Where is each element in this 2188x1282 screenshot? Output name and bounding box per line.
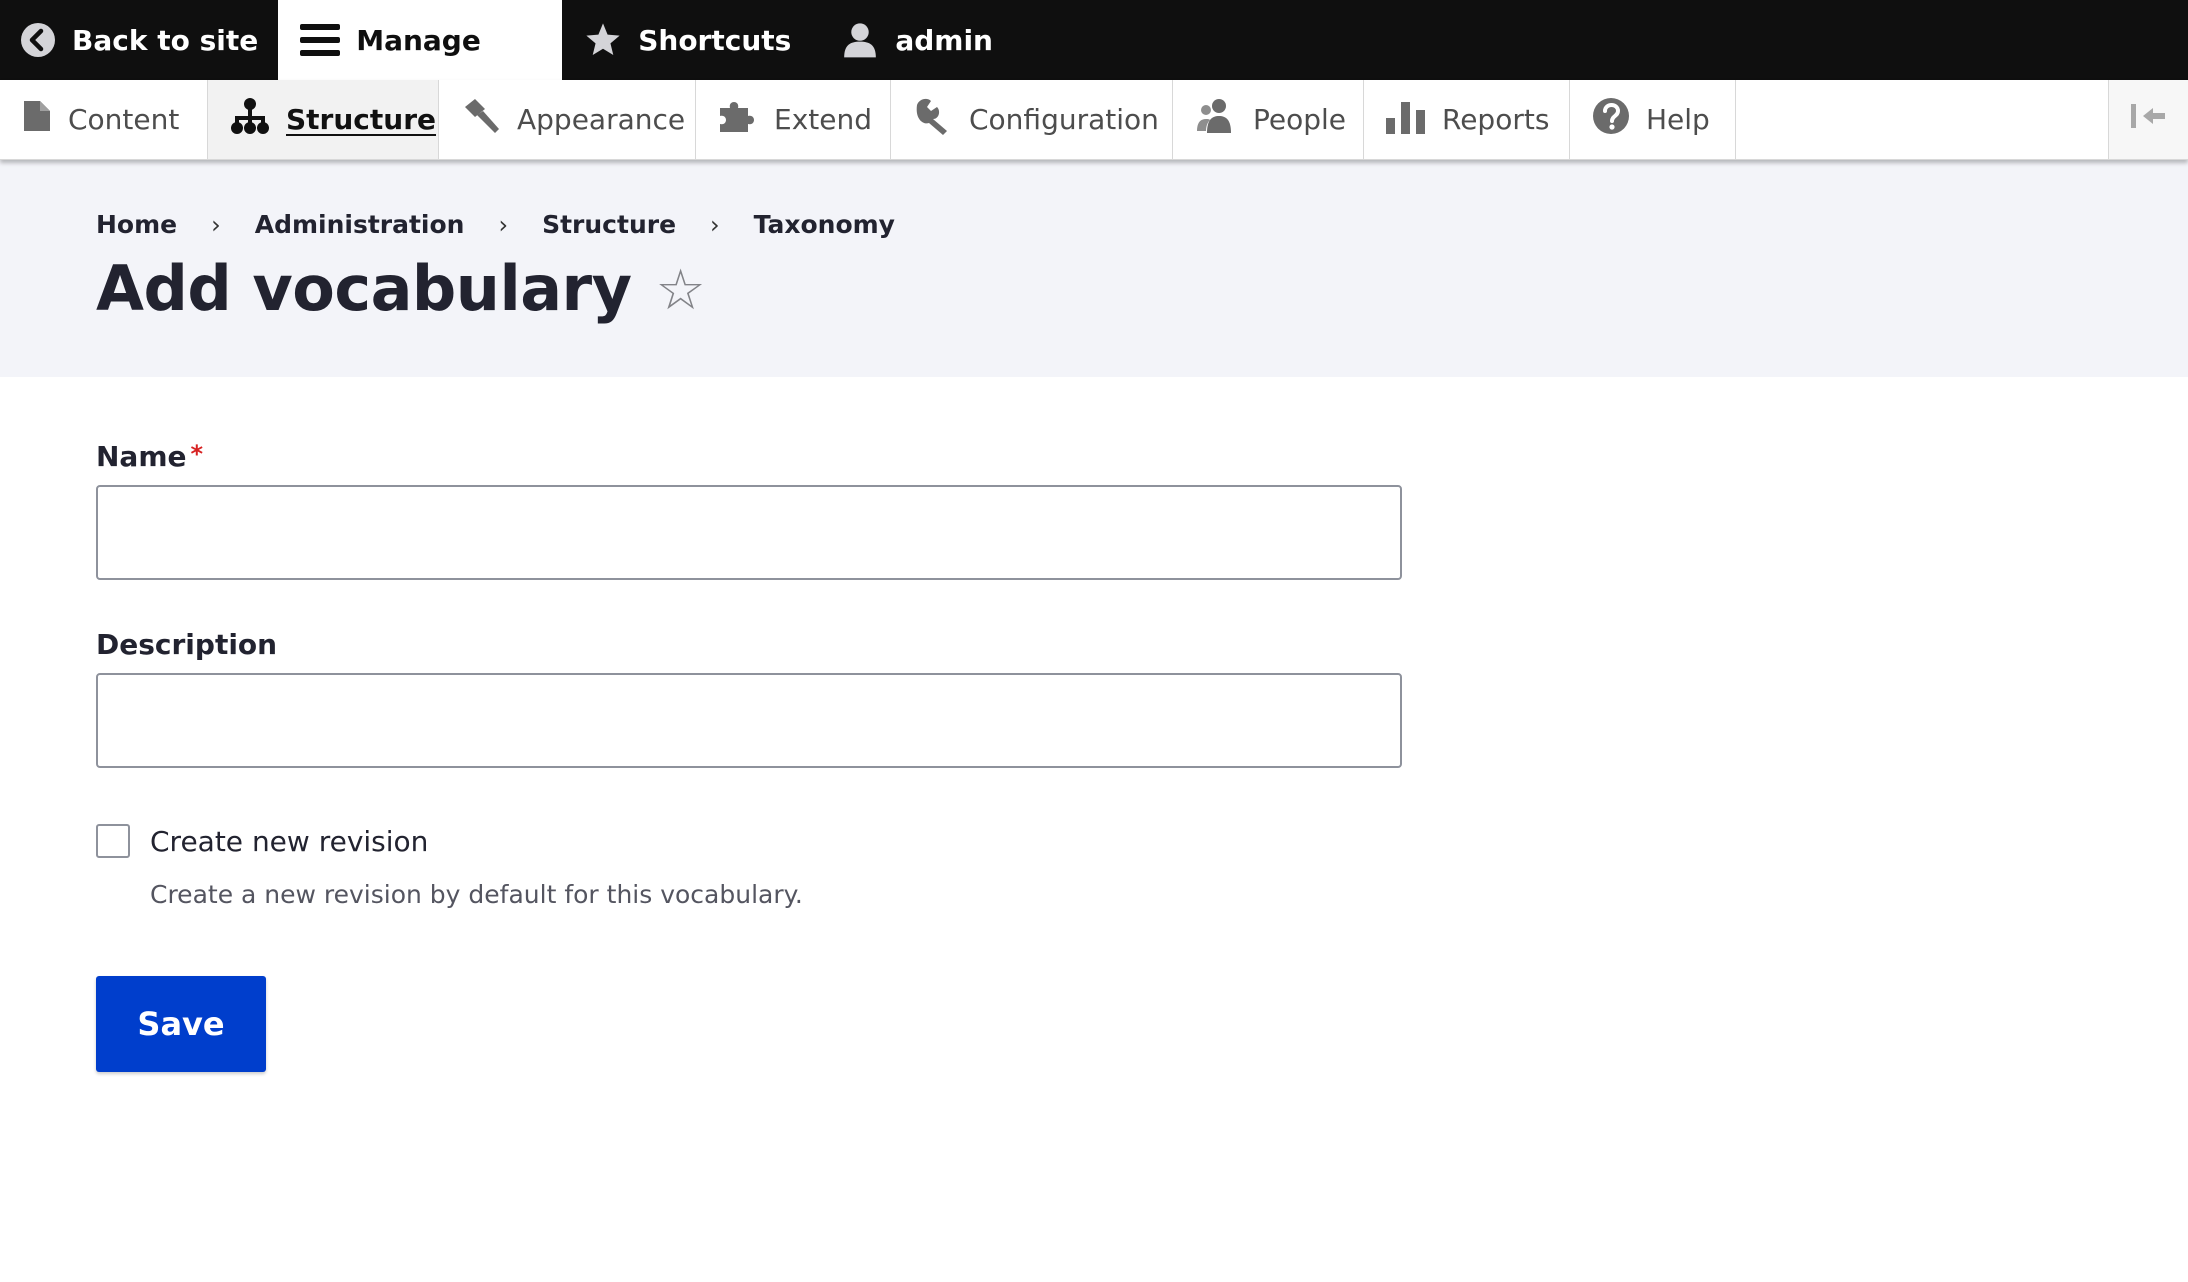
admin-menu-tray: Content Structure Appearance Extend Conf… (0, 80, 2188, 160)
people-icon (1195, 97, 1237, 142)
user-icon (841, 21, 879, 59)
create-revision-label[interactable]: Create new revision (150, 825, 428, 858)
name-field-group: Name * (96, 440, 1402, 580)
page-title-row: Add vocabulary ☆ (96, 252, 706, 325)
breadcrumb-home[interactable]: Home (96, 210, 177, 239)
star-icon (584, 21, 622, 59)
tray-label-help: Help (1646, 103, 1710, 136)
tray-label-structure: Structure (286, 103, 437, 136)
back-to-site-label: Back to site (72, 23, 259, 57)
page-header: Home › Administration › Structure › Taxo… (0, 160, 2188, 377)
tray-label-appearance: Appearance (517, 103, 686, 136)
back-arrow-icon (20, 22, 56, 58)
name-label-text: Name (96, 440, 187, 473)
shortcuts-tab[interactable]: Shortcuts (562, 0, 811, 80)
breadcrumb-taxonomy[interactable]: Taxonomy (754, 210, 895, 239)
tray-orientation-toggle[interactable] (2108, 80, 2188, 159)
document-icon (22, 99, 52, 140)
shortcuts-label: Shortcuts (638, 23, 792, 57)
user-tab[interactable]: admin (811, 0, 1013, 80)
name-label: Name * (96, 440, 1402, 473)
collapse-left-icon (2129, 102, 2169, 137)
breadcrumb-structure[interactable]: Structure (542, 210, 676, 239)
tray-label-extend: Extend (774, 103, 872, 136)
breadcrumb: Home › Administration › Structure › Taxo… (96, 210, 895, 239)
manage-label: Manage (356, 23, 481, 57)
manage-tab[interactable]: Manage (278, 0, 563, 80)
tray-item-help[interactable]: Help (1570, 80, 1736, 159)
breadcrumb-separator: › (211, 210, 221, 239)
tray-label-people: People (1253, 103, 1347, 136)
tray-item-reports[interactable]: Reports (1364, 80, 1570, 159)
tray-item-extend[interactable]: Extend (696, 80, 891, 159)
tray-spacer (1736, 80, 2108, 159)
paintbrush-icon (461, 97, 501, 142)
breadcrumb-separator: › (498, 210, 509, 239)
wrench-icon (913, 97, 953, 142)
save-button[interactable]: Save (96, 976, 266, 1072)
page-title: Add vocabulary (96, 252, 632, 325)
bar-chart-icon (1386, 98, 1426, 141)
tray-label-configuration: Configuration (969, 103, 1159, 136)
puzzle-icon (718, 98, 758, 141)
breadcrumb-separator: › (710, 210, 720, 239)
tray-item-configuration[interactable]: Configuration (891, 80, 1173, 159)
admin-toolbar: Back to site Manage Shortcuts admin (0, 0, 2188, 80)
sitemap-icon (230, 97, 270, 142)
tray-item-structure[interactable]: Structure (208, 80, 439, 159)
help-icon (1592, 97, 1630, 142)
add-shortcut-star-icon[interactable]: ☆ (656, 262, 706, 319)
user-label: admin (895, 23, 993, 57)
description-input[interactable] (96, 673, 1402, 768)
create-revision-row: Create new revision (96, 824, 428, 858)
tray-label-reports: Reports (1442, 103, 1550, 136)
tray-item-content[interactable]: Content (0, 80, 208, 159)
required-marker: * (190, 440, 204, 468)
back-to-site-link[interactable]: Back to site (0, 0, 278, 80)
create-revision-description: Create a new revision by default for thi… (150, 880, 803, 909)
breadcrumb-administration[interactable]: Administration (255, 210, 465, 239)
create-revision-checkbox[interactable] (96, 824, 130, 858)
tray-item-people[interactable]: People (1173, 80, 1364, 159)
description-label: Description (96, 628, 278, 661)
hamburger-icon (300, 22, 341, 58)
tray-label-content: Content (68, 103, 180, 136)
name-input[interactable] (96, 485, 1402, 580)
tray-item-appearance[interactable]: Appearance (439, 80, 696, 159)
description-field-group: Description (96, 628, 1402, 768)
